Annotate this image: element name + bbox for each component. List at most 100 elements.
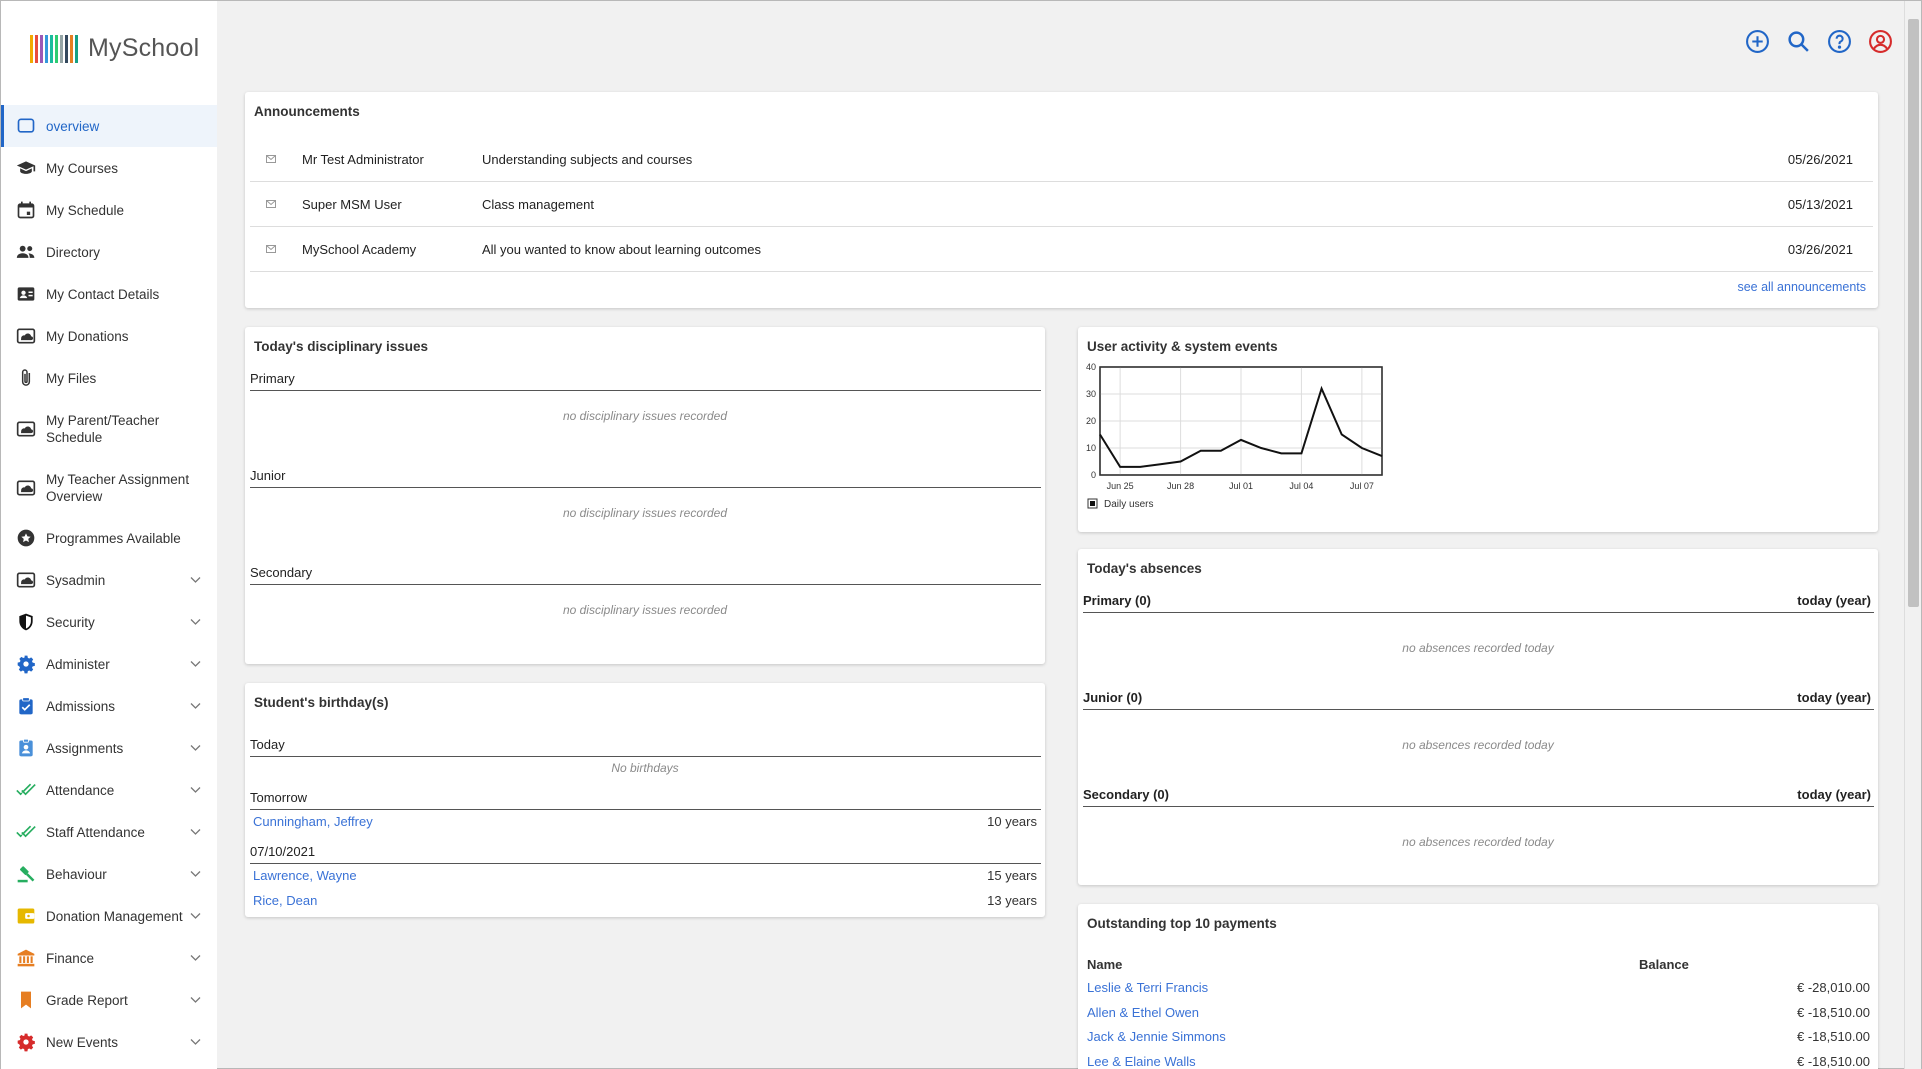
chevron-down-icon[interactable] — [190, 996, 201, 1004]
sidebar-item-security[interactable]: Security — [1, 601, 217, 643]
disciplinary-title: Today's disciplinary issues — [254, 339, 429, 354]
sidebar-item-directory[interactable]: Directory — [1, 231, 217, 273]
student-link[interactable]: Cunningham, Jeffrey — [253, 814, 373, 829]
user-activity-chart: 0 10 20 30 40 Jun 25 Jun 28 Jul 01 Jul 04 Jul 07 D… — [1086, 362, 1383, 510]
logo-bar — [55, 34, 58, 63]
sidebar-item-label: Admissions — [46, 698, 116, 714]
announcement-row[interactable]: MySchool Academy All you wanted to know … — [250, 227, 1873, 272]
sidebar-item-new-events[interactable]: New Events — [1, 1021, 217, 1063]
discipline-empty-message: no disciplinary issues recorded — [562, 409, 728, 423]
sidebar-item-behaviour[interactable]: Behaviour — [1, 853, 217, 895]
sidebar-item-label: Security — [46, 614, 95, 630]
sidebar-item-my-teacher-assignment-overview[interactable]: My Teacher Assignment Overview — [1, 458, 217, 517]
double-check-icon — [15, 781, 37, 799]
announcements-title: Announcements — [254, 104, 360, 119]
student-age: 10 years — [987, 814, 1037, 829]
chevron-down-icon[interactable] — [190, 912, 201, 920]
sidebar-item-my-files[interactable]: My Files — [1, 357, 217, 399]
logo-bar — [65, 34, 68, 63]
sidebar-item-my-donations[interactable]: My Donations — [1, 315, 217, 357]
student-link[interactable]: Lawrence, Wayne — [253, 868, 357, 883]
user-icon[interactable] — [1868, 29, 1893, 54]
sidebar-item-overview[interactable]: overview — [1, 105, 217, 147]
chevron-down-icon[interactable] — [190, 576, 201, 584]
sidebar-item-programmes-available[interactable]: Programmes Available — [1, 517, 217, 559]
mail-icon — [266, 245, 276, 253]
see-all-announcements-link[interactable]: see all announcements — [1737, 280, 1866, 294]
chevron-down-icon[interactable] — [190, 660, 201, 668]
announcement-date: 05/26/2021 — [1787, 151, 1853, 167]
sidebar-item-label: Assignments — [46, 740, 124, 756]
sidebar-item-my-contact-details[interactable]: My Contact Details — [1, 273, 217, 315]
birthdays-today-empty: No birthdays — [611, 761, 679, 775]
help-icon[interactable] — [1827, 29, 1852, 54]
birthdays-title: Student's birthday(s) — [254, 695, 389, 710]
discipline-empty-message: no disciplinary issues recorded — [562, 506, 728, 520]
chevron-down-icon[interactable] — [190, 954, 201, 962]
absence-section-header: Secondary (0) today (year) — [1083, 787, 1874, 807]
mail-icon — [266, 155, 276, 163]
logo-bar — [75, 34, 78, 63]
chevron-down-icon[interactable] — [190, 1038, 201, 1046]
sidebar-item-donation-management[interactable]: Donation Management — [1, 895, 217, 937]
sidebar-item-label: My Contact Details — [46, 286, 160, 302]
sidebar-item-label: My Files — [46, 370, 97, 386]
sidebar-item-my-parent-teacher-schedule[interactable]: My Parent/Teacher Schedule — [1, 399, 217, 458]
sidebar-item-sysadmin[interactable]: Sysadmin — [1, 559, 217, 601]
announcement-row[interactable]: Mr Test Administrator Understanding subj… — [250, 137, 1873, 182]
app-logo[interactable]: MySchool — [30, 34, 199, 63]
sidebar-nav: overview My Courses My Schedule Directory My… — [1, 105, 217, 1063]
sidebar-item-attendance[interactable]: Attendance — [1, 769, 217, 811]
chart-y-tick: 0 — [1091, 470, 1096, 480]
chart-legend-label: Daily users — [1104, 499, 1153, 510]
logo-bar — [60, 34, 63, 63]
chevron-down-icon[interactable] — [190, 870, 201, 878]
bookmark-icon — [15, 991, 37, 1009]
sidebar-item-label: My Schedule — [46, 202, 125, 218]
payer-link[interactable]: Allen & Ethel Owen — [1087, 1005, 1199, 1020]
sidebar-item-my-courses[interactable]: My Courses — [1, 147, 217, 189]
add-icon[interactable] — [1745, 29, 1770, 54]
payments-col-name: Name — [1087, 957, 1123, 972]
discipline-section-header: Junior — [250, 468, 1041, 488]
sidebar-item-finance[interactable]: Finance — [1, 937, 217, 979]
absences-title: Today's absences — [1087, 561, 1202, 576]
sidebar-item-admissions[interactable]: Admissions — [1, 685, 217, 727]
sidebar-item-assignments[interactable]: Assignments — [1, 727, 217, 769]
payer-link[interactable]: Jack & Jennie Simmons — [1087, 1029, 1226, 1044]
student-link[interactable]: Rice, Dean — [253, 893, 317, 908]
sidebar-item-label: Finance — [46, 950, 95, 966]
sidebar: MySchool overview My Courses My Schedule Di… — [1, 1, 217, 1069]
mail-icon — [266, 200, 276, 208]
cloud-folder-icon — [15, 420, 37, 438]
chevron-down-icon[interactable] — [190, 828, 201, 836]
sidebar-item-staff-attendance[interactable]: Staff Attendance — [1, 811, 217, 853]
birthday-row: Lawrence, Wayne 15 years — [253, 868, 1037, 883]
payment-row: Allen & Ethel Owen € -18,510.00 — [1087, 1005, 1870, 1020]
page-scrollbar[interactable] — [1904, 1, 1921, 1069]
today-year-label: today (year) — [1797, 787, 1871, 802]
payment-row: Jack & Jennie Simmons € -18,510.00 — [1087, 1029, 1870, 1044]
chevron-down-icon[interactable] — [190, 618, 201, 626]
announcement-date: 05/13/2021 — [1787, 196, 1853, 212]
announcement-row[interactable]: Super MSM User Class management 05/13/20… — [250, 182, 1873, 227]
calendar-icon — [15, 201, 37, 219]
announcement-from: MySchool Academy — [302, 241, 417, 257]
search-icon[interactable] — [1786, 29, 1811, 54]
cloud-folder-icon — [15, 479, 37, 497]
contact-card-icon — [15, 285, 37, 303]
chevron-down-icon[interactable] — [190, 786, 201, 794]
sidebar-item-administer[interactable]: Administer — [1, 643, 217, 685]
discipline-empty-message: no disciplinary issues recorded — [562, 603, 728, 617]
payer-link[interactable]: Leslie & Terri Francis — [1087, 980, 1208, 995]
id-badge-icon — [15, 738, 37, 757]
scrollbar-thumb[interactable] — [1908, 19, 1919, 607]
chevron-down-icon[interactable] — [190, 744, 201, 752]
sidebar-item-grade-report[interactable]: Grade Report — [1, 979, 217, 1021]
payer-link[interactable]: Lee & Elaine Walls — [1087, 1054, 1196, 1069]
payment-row: Leslie & Terri Francis € -28,010.00 — [1087, 980, 1870, 995]
logo-bar — [45, 34, 48, 63]
chevron-down-icon[interactable] — [190, 702, 201, 710]
announcement-subject: Understanding subjects and courses — [482, 151, 693, 167]
sidebar-item-my-schedule[interactable]: My Schedule — [1, 189, 217, 231]
